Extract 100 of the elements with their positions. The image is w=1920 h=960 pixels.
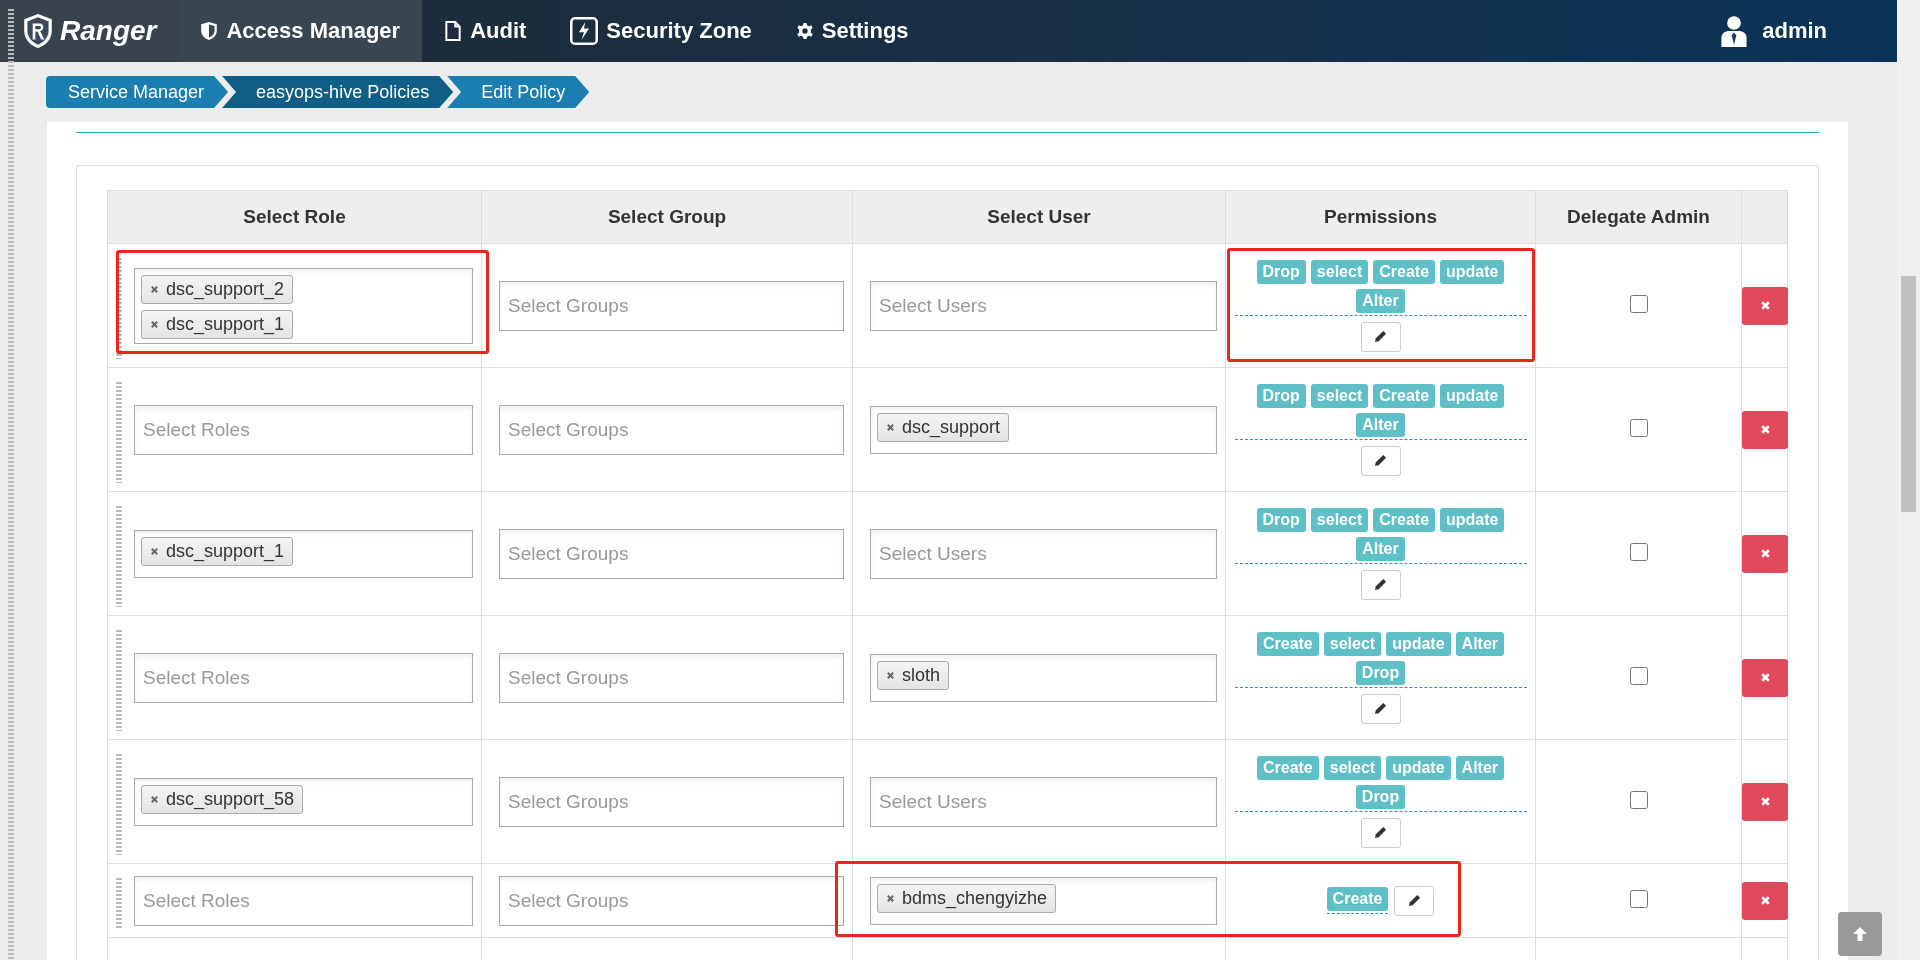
nav-tab[interactable]: Access Manager — [178, 0, 423, 62]
nav-tab[interactable]: Settings — [773, 0, 931, 62]
roles-field[interactable]: dsc_support_58 — [134, 777, 473, 826]
permission-tag: select — [1323, 755, 1382, 780]
delete-row-button[interactable] — [1742, 658, 1788, 697]
permission-tag: select — [1310, 383, 1369, 408]
settings-icon — [795, 21, 814, 41]
close-icon — [1759, 424, 1771, 435]
permission-tag: Alter — [1356, 536, 1405, 561]
permission-tag: Alter — [1455, 631, 1505, 656]
permission-tag: update — [1386, 755, 1451, 780]
user-icon — [1720, 15, 1749, 47]
remove-icon[interactable] — [150, 546, 159, 556]
edit-permissions-button[interactable] — [1394, 885, 1435, 916]
delete-row-button[interactable] — [1742, 782, 1788, 821]
drag-handle[interactable] — [116, 877, 122, 929]
edit-permissions-button[interactable] — [1360, 569, 1401, 600]
selected-tag[interactable]: dsc_support_58 — [141, 784, 304, 814]
tag-label: dsc_support_1 — [166, 313, 285, 335]
close-icon — [1759, 796, 1771, 807]
edit-permissions-button[interactable] — [1360, 445, 1401, 476]
remove-icon[interactable] — [150, 284, 159, 294]
ranger-logo[interactable]: Ranger — [0, 0, 179, 62]
drag-handle[interactable] — [8, 8, 14, 960]
drag-handle[interactable] — [116, 257, 122, 359]
delete-row-button[interactable] — [1742, 286, 1788, 325]
delete-row-button[interactable] — [1742, 410, 1788, 449]
permission-tag: Create — [1373, 383, 1436, 408]
tag-label: sloth — [902, 664, 941, 686]
remove-icon[interactable] — [886, 670, 895, 680]
edit-permissions-button[interactable] — [1360, 321, 1401, 352]
drag-handle[interactable] — [116, 505, 122, 607]
permission-tag: Create — [1256, 755, 1319, 780]
remove-icon[interactable] — [886, 893, 895, 903]
groups-field[interactable]: Select Groups — [499, 528, 844, 579]
groups-field[interactable]: Select Groups — [499, 652, 844, 703]
selected-tag[interactable]: dsc_support_1 — [141, 309, 294, 339]
scrollbar[interactable] — [1897, 0, 1920, 960]
pencil-icon — [1374, 330, 1387, 343]
user-menu[interactable]: admin — [1698, 0, 1897, 62]
drag-handle[interactable] — [116, 753, 122, 855]
pencil-icon — [1374, 826, 1387, 839]
delegate-admin-checkbox[interactable] — [1629, 294, 1648, 313]
users-field[interactable]: Select Users — [870, 776, 1217, 827]
users-field[interactable]: Select Users — [870, 528, 1217, 579]
groups-field[interactable]: Select Groups — [499, 875, 844, 926]
roles-field[interactable]: Select Roles — [134, 652, 473, 703]
selected-tag[interactable]: dsc_support_1 — [141, 536, 294, 566]
permission-tag: Drop — [1256, 383, 1306, 408]
scroll-top-button[interactable] — [1838, 912, 1882, 956]
drag-handle[interactable] — [116, 381, 122, 483]
permission-tag: update — [1440, 259, 1505, 284]
selected-tag[interactable]: bdms_chengyizhe — [877, 883, 1057, 913]
permission-tag: select — [1323, 631, 1382, 656]
breadcrumb-link[interactable]: easyops-hive Policies — [222, 76, 454, 108]
roles-field[interactable]: dsc_support_2 dsc_support_1 — [134, 267, 473, 344]
drag-handle[interactable] — [116, 629, 122, 731]
selected-tag[interactable]: sloth — [877, 660, 950, 690]
users-field[interactable]: bdms_chengyizhe — [870, 876, 1217, 925]
users-field[interactable]: dsc_support — [870, 405, 1217, 454]
delete-row-button[interactable] — [1742, 534, 1788, 573]
shield-icon — [200, 21, 219, 41]
roles-field[interactable]: Select Roles — [134, 875, 473, 926]
breadcrumb-link[interactable]: Edit Policy — [447, 76, 590, 108]
groups-field[interactable]: Select Groups — [499, 776, 844, 827]
nav-tab[interactable]: Security Zone — [548, 0, 774, 62]
close-icon — [1759, 672, 1771, 683]
column-header: Select Role — [107, 190, 482, 244]
remove-icon[interactable] — [150, 319, 159, 329]
delegate-admin-checkbox[interactable] — [1629, 418, 1648, 437]
permission-tag: select — [1310, 259, 1369, 284]
selected-tag[interactable]: dsc_support — [877, 412, 1010, 442]
delegate-admin-checkbox[interactable] — [1629, 666, 1648, 685]
edit-permissions-button[interactable] — [1360, 817, 1401, 848]
column-header: Select Group — [481, 190, 853, 244]
delegate-admin-checkbox[interactable] — [1629, 542, 1648, 561]
pencil-icon — [1374, 454, 1387, 467]
roles-field[interactable]: dsc_support_1 — [134, 529, 473, 578]
close-icon — [1759, 300, 1771, 311]
selected-tag[interactable]: dsc_support_2 — [141, 274, 294, 304]
users-field[interactable]: sloth — [870, 653, 1217, 702]
permission-tag: update — [1440, 383, 1505, 408]
groups-field[interactable]: Select Groups — [499, 404, 844, 455]
scrollbar-thumb[interactable] — [1901, 276, 1916, 512]
edit-permissions-button[interactable] — [1360, 693, 1401, 724]
roles-field[interactable]: Select Roles — [134, 404, 473, 455]
delegate-admin-checkbox[interactable] — [1629, 790, 1648, 809]
groups-field[interactable]: Select Groups — [499, 280, 844, 331]
breadcrumb-link[interactable]: Service Manager — [46, 76, 229, 108]
permission-tag: Create — [1373, 507, 1436, 532]
remove-icon[interactable] — [886, 422, 895, 432]
remove-icon[interactable] — [150, 794, 159, 804]
delegate-admin-checkbox[interactable] — [1629, 889, 1648, 908]
close-icon — [1759, 895, 1771, 906]
delete-row-button[interactable] — [1742, 881, 1788, 920]
nav-tab[interactable]: Audit — [422, 0, 549, 62]
users-field[interactable]: Select Users — [870, 280, 1217, 331]
tag-label: bdms_chengyizhe — [902, 887, 1048, 909]
permission-tag: Drop — [1256, 507, 1306, 532]
tag-label: dsc_support — [902, 416, 1001, 438]
